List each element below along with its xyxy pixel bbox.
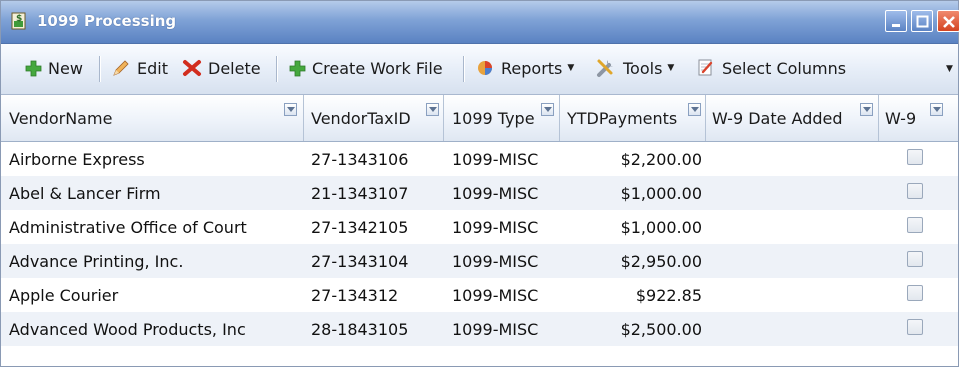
reports-chart-icon	[478, 61, 492, 75]
minimize-icon	[892, 24, 900, 27]
column-label: W-9	[885, 109, 917, 128]
grid-body: Airborne Express 27-1343106 1099-MISC $2…	[1, 142, 958, 346]
table-row[interactable]: Advance Printing, Inc. 27-1343104 1099-M…	[1, 244, 958, 278]
vendor-name-cell: Administrative Office of Court	[9, 218, 247, 237]
filter-icon[interactable]	[688, 103, 701, 116]
reports-dropdown[interactable]: Reports ▼	[475, 55, 574, 81]
column-label: YTDPayments	[567, 109, 678, 128]
ytd-payments-cell: $1,000.00	[620, 218, 702, 237]
minimize-button[interactable]	[885, 10, 907, 32]
column-header-w9[interactable]: W-9	[879, 95, 958, 141]
edit-label: Edit	[137, 58, 168, 78]
table-row[interactable]: Apple Courier 27-134312 1099-MISC $922.8…	[1, 278, 958, 312]
filter-icon[interactable]	[284, 103, 297, 116]
column-header-ytdpayments[interactable]: YTDPayments	[560, 95, 706, 141]
vendor-tax-id-cell: 21-1343107	[311, 184, 409, 203]
window-title: 1099 Processing	[37, 12, 177, 30]
column-header-vendorname[interactable]: VendorName	[1, 95, 304, 141]
filter-icon[interactable]	[426, 103, 439, 116]
w9-checkbox[interactable]	[907, 149, 923, 165]
w9-checkbox[interactable]	[907, 319, 923, 335]
w9-checkbox[interactable]	[907, 217, 923, 233]
column-label: W-9 Date Added	[712, 109, 843, 128]
dollar-document-icon: $	[11, 12, 26, 30]
tools-icon	[597, 59, 613, 77]
create-work-file-label: Create Work File	[312, 58, 443, 78]
vendor-tax-id-cell: 27-1343106	[311, 150, 409, 169]
ytd-payments-cell: $2,950.00	[620, 252, 702, 271]
plus-icon	[25, 60, 42, 76]
select-columns-label: Select Columns	[722, 58, 847, 78]
tools-label: Tools	[623, 58, 663, 78]
select-columns-icon	[698, 59, 713, 76]
select-columns-button[interactable]: Select Columns	[696, 55, 846, 81]
vendor-name-cell: Abel & Lancer Firm	[9, 184, 161, 203]
ytd-payments-cell: $1,000.00	[620, 184, 702, 203]
vendor-tax-id-cell: 27-1342105	[311, 218, 409, 237]
ytd-payments-cell: $922.85	[635, 286, 702, 305]
vendor-tax-id-cell: 27-1343104	[311, 252, 409, 271]
type-1099-cell: 1099-MISC	[452, 320, 539, 339]
table-row[interactable]: Advanced Wood Products, Inc 28-1843105 1…	[1, 312, 958, 346]
type-1099-cell: 1099-MISC	[452, 150, 539, 169]
column-header-vendortaxid[interactable]: VendorTaxID	[304, 95, 444, 141]
column-header-1099type[interactable]: 1099 Type	[444, 95, 560, 141]
create-work-file-button[interactable]: Create Work File	[289, 55, 443, 81]
grid-header: VendorName VendorTaxID 1099 Type YTDPaym…	[1, 95, 958, 142]
edit-button[interactable]: Edit	[111, 55, 168, 81]
toolbar-separator	[276, 56, 277, 82]
w9-checkbox[interactable]	[907, 285, 923, 301]
column-label: VendorName	[9, 109, 113, 128]
w9-checkbox[interactable]	[907, 251, 923, 267]
table-row[interactable]: Administrative Office of Court 27-134210…	[1, 210, 958, 244]
maximize-icon	[916, 15, 929, 28]
toolbar-separator	[99, 56, 100, 82]
filter-icon[interactable]	[860, 103, 873, 116]
toolbar-separator	[463, 56, 464, 82]
svg-text:$: $	[16, 14, 22, 24]
delete-button[interactable]: Delete	[182, 55, 261, 81]
plus-icon	[289, 60, 306, 76]
new-button[interactable]: New	[25, 55, 83, 81]
ytd-payments-cell: $2,200.00	[620, 150, 702, 169]
filter-icon[interactable]	[930, 103, 943, 116]
type-1099-cell: 1099-MISC	[452, 252, 539, 271]
reports-label: Reports	[501, 58, 563, 78]
type-1099-cell: 1099-MISC	[452, 218, 539, 237]
toolbar: New Edit Delete Create Work File Reports…	[1, 44, 958, 95]
chevron-down-icon: ▼	[667, 63, 675, 73]
title-bar[interactable]: $ 1099 Processing	[1, 1, 959, 44]
toolbar-overflow-icon[interactable]: ▼	[946, 64, 953, 74]
filter-icon[interactable]	[541, 103, 554, 116]
vendor-tax-id-cell: 27-134312	[311, 286, 399, 305]
chevron-down-icon: ▼	[567, 63, 575, 73]
window-1099-processing: $ 1099 Processing New Edit Delete Create…	[0, 0, 959, 367]
maximize-button[interactable]	[911, 10, 933, 32]
ytd-payments-cell: $2,500.00	[620, 320, 702, 339]
table-row[interactable]: Abel & Lancer Firm 21-1343107 1099-MISC …	[1, 176, 958, 210]
close-icon	[943, 16, 955, 28]
vendor-name-cell: Apple Courier	[9, 286, 119, 305]
type-1099-cell: 1099-MISC	[452, 184, 539, 203]
delete-label: Delete	[208, 58, 261, 78]
table-row[interactable]: Airborne Express 27-1343106 1099-MISC $2…	[1, 142, 958, 176]
tools-dropdown[interactable]: Tools ▼	[595, 55, 674, 81]
close-button[interactable]	[937, 10, 959, 32]
vendor-name-cell: Airborne Express	[9, 150, 145, 169]
vendor-name-cell: Advance Printing, Inc.	[9, 252, 184, 271]
vendor-tax-id-cell: 28-1843105	[311, 320, 409, 339]
new-label: New	[48, 58, 83, 78]
vendor-name-cell: Advanced Wood Products, Inc	[9, 320, 246, 339]
column-label: 1099 Type	[452, 109, 535, 128]
pencil-icon	[113, 60, 129, 76]
column-label: VendorTaxID	[311, 109, 411, 128]
delete-x-icon	[183, 60, 201, 76]
column-header-w9-date-added[interactable]: W-9 Date Added	[706, 95, 879, 141]
type-1099-cell: 1099-MISC	[452, 286, 539, 305]
w9-checkbox[interactable]	[907, 183, 923, 199]
